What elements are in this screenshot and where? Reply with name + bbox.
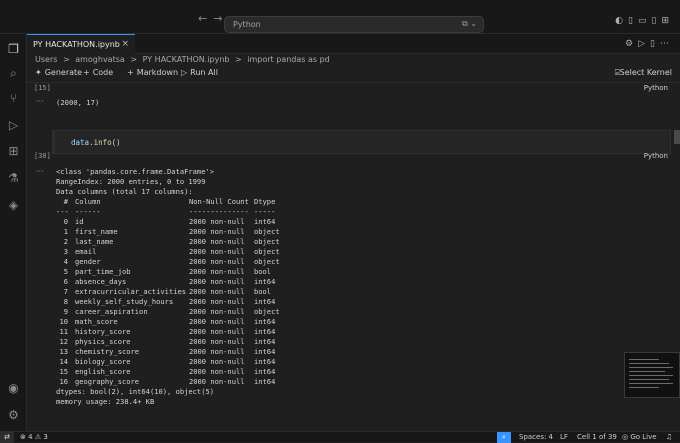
table-row: 3 email 2000 non-null object — [63, 247, 280, 256]
output-line: <class 'pandas.core.frame.DataFrame'> — [56, 167, 215, 176]
run-debug-icon[interactable]: ▷ — [6, 118, 21, 133]
warning-icon: ⚠ — [34, 433, 42, 441]
cell-language[interactable]: Python — [644, 152, 668, 160]
table-row: 1 first_name 2000 non-null object — [63, 227, 280, 236]
python-icon[interactable]: ◈ — [6, 198, 21, 213]
add-markdown-button[interactable]: + Markdown — [127, 68, 178, 77]
info-output: <class 'pandas.core.frame.DataFrame'> Ra… — [56, 167, 294, 407]
zoom-icon[interactable]: ⌕ — [497, 432, 511, 443]
table-row: 5 part_time_job 2000 non-null bool — [63, 267, 272, 276]
table-underline: --- ------ -------------- ----- — [56, 207, 276, 216]
table-row: 15 english_score 2000 non-null int64 — [59, 367, 276, 376]
output-line: dtypes: bool(2), int64(10), object(5) — [56, 387, 215, 396]
breadcrumb-item[interactable]: amoghvatsa — [75, 55, 125, 64]
tab-notebook[interactable]: PY HACKATHON.ipynb × — [27, 34, 135, 54]
output-menu-icon[interactable]: ··· — [36, 97, 44, 106]
table-row: 6 absence_days 2000 non-null int64 — [63, 277, 276, 286]
divider — [27, 82, 680, 83]
activity-bar: ❐ ⌕ ⑂ ▷ ⊞ ⚗ ◈ ◉ ⚙ — [0, 34, 27, 431]
add-code-button[interactable]: + Code — [83, 68, 113, 77]
cell-position-status[interactable]: Cell 1 of 39 — [577, 433, 617, 441]
plus-icon: + — [83, 68, 90, 77]
plus-icon: + — [127, 68, 134, 77]
output-line: RangeIndex: 2000 entries, 0 to 1999 — [56, 177, 206, 186]
testing-icon[interactable]: ⚗ — [6, 171, 21, 186]
notebook-toolbar: ✦ Generate + Code + Markdown ▷ Run All ⌸Sele… — [35, 68, 680, 81]
execution-count: [15] — [34, 84, 51, 92]
editor-tab-bar: PY HACKATHON.ipynb × ⚙▷▯⋯ — [27, 34, 680, 54]
table-row: 13 chemistry_score 2000 non-null int64 — [59, 347, 276, 356]
title-bar: ←→ Python ⧉ ⌄ ◐▯▭▯⊞ — [0, 0, 680, 34]
cell-language[interactable]: Python — [644, 84, 668, 92]
split-editor-icon[interactable]: ▯ — [650, 39, 660, 49]
line-ending-status[interactable]: LF — [560, 433, 568, 441]
extensions-icon[interactable]: ⊞ — [6, 144, 21, 159]
breadcrumb-item[interactable]: PY HACKATHON.ipynb — [143, 55, 230, 64]
settings-icon[interactable]: ⚙ — [6, 408, 21, 423]
source-control-icon[interactable]: ⑂ — [6, 91, 21, 106]
gear-icon[interactable]: ⚙ — [625, 39, 638, 49]
status-bar: ⇄ ⊗ 4 ⚠ 3 ⌕ Spaces: 4 LF Cell 1 of 39 ◎ … — [0, 431, 680, 443]
output-line: memory usage: 238.4+ KB — [56, 397, 155, 406]
layout-controls: ◐▯▭▯⊞ — [615, 16, 674, 26]
explorer-icon[interactable]: ❐ — [6, 42, 21, 57]
toggle-panel-icon[interactable]: ▭ — [638, 16, 652, 26]
back-arrow-icon[interactable]: ← — [198, 12, 213, 25]
breadcrumb: Users > amoghvatsa > PY HACKATHON.ipynb … — [35, 55, 333, 67]
broadcast-icon: ◎ — [622, 433, 629, 441]
command-center-search[interactable]: Python ⧉ ⌄ — [224, 16, 484, 33]
command-center-text: Python — [233, 20, 261, 29]
copilot-icon[interactable]: ⧉ ⌄ — [462, 19, 477, 29]
table-row: 7 extracurricular_activities 2000 non-null… — [63, 287, 272, 296]
table-row: 12 physics_score 2000 non-null int64 — [59, 337, 276, 346]
go-live-button[interactable]: ◎ Go Live — [622, 433, 657, 441]
breadcrumb-item[interactable]: Users — [35, 55, 57, 64]
search-icon[interactable]: ⌕ — [6, 66, 21, 81]
accounts-global-icon[interactable]: ◐ — [615, 16, 628, 26]
customize-layout-icon[interactable]: ⊞ — [661, 16, 674, 26]
table-row: 0 id 2000 non-null int64 — [63, 217, 276, 226]
scrollbar[interactable] — [674, 130, 680, 144]
run-icon[interactable]: ▷ — [638, 39, 650, 49]
problems-indicator[interactable]: ⊗ 4 ⚠ 3 — [20, 433, 48, 441]
table-header: # Column Non-Null Count Dtype — [63, 197, 276, 206]
breadcrumb-separator: > — [235, 55, 242, 64]
code-cell[interactable]: data.info() — [52, 130, 671, 154]
run-all-button[interactable]: ▷ Run All — [181, 68, 218, 77]
execution-count: [38] — [34, 152, 51, 160]
cell-output: (2000, 17) — [56, 98, 100, 107]
tab-label: PY HACKATHON.ipynb — [33, 40, 120, 49]
output-line: Data columns (total 17 columns): — [56, 187, 193, 196]
generate-button[interactable]: ✦ Generate — [35, 68, 82, 77]
table-row: 16 geography_score 2000 non-null int64 — [59, 377, 276, 386]
breadcrumb-separator: > — [130, 55, 138, 64]
table-row: 8 weekly_self_study_hours 2000 non-null int… — [63, 297, 276, 306]
breadcrumb-separator: > — [62, 55, 70, 64]
more-icon[interactable]: ⋯ — [660, 39, 674, 49]
table-row: 14 biology_score 2000 non-null int64 — [59, 357, 276, 366]
table-row: 2 last_name 2000 non-null object — [63, 237, 280, 246]
indentation-status[interactable]: Spaces: 4 — [519, 433, 553, 441]
notifications-icon[interactable]: ♫ — [666, 433, 672, 441]
table-row: 4 gender 2000 non-null object — [63, 257, 280, 266]
table-row: 10 math_score 2000 non-null int64 — [59, 317, 276, 326]
sparkle-icon: ✦ — [35, 68, 42, 77]
close-icon[interactable]: × — [121, 39, 129, 49]
table-row: 9 career_aspiration 2000 non-null object — [63, 307, 280, 316]
breadcrumb-item[interactable]: import pandas as pd — [247, 55, 329, 64]
error-icon: ⊗ — [20, 433, 26, 441]
select-kernel-button[interactable]: ⌸Select Kernel — [615, 68, 672, 78]
output-menu-icon[interactable]: ··· — [36, 167, 44, 176]
toggle-secondary-sidebar-icon[interactable]: ▯ — [652, 16, 662, 26]
editor-actions: ⚙▷▯⋯ — [625, 39, 674, 49]
table-row: 11 history_score 2000 non-null int64 — [59, 327, 276, 336]
toggle-sidebar-icon[interactable]: ▯ — [628, 16, 638, 26]
account-icon[interactable]: ◉ — [6, 381, 21, 396]
run-all-icon: ▷ — [181, 68, 188, 77]
minimap[interactable] — [624, 352, 680, 398]
remote-icon[interactable]: ⇄ — [0, 432, 14, 443]
code-line[interactable]: data.info() — [71, 138, 121, 147]
